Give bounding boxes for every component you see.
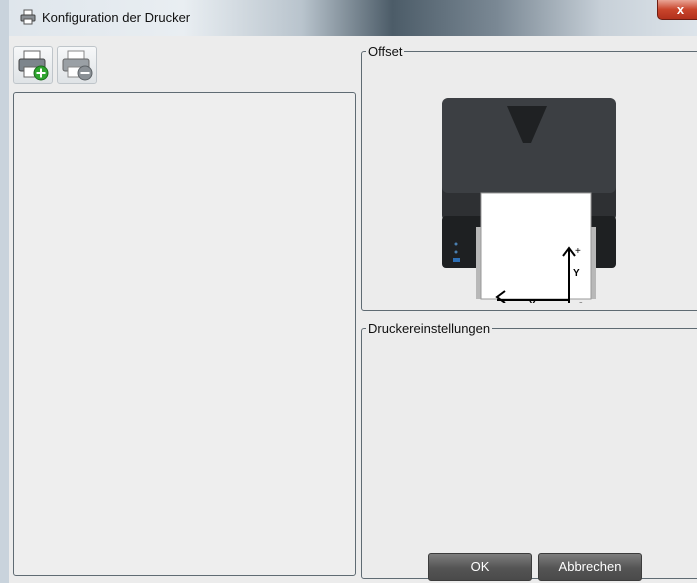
y-plus-label: + xyxy=(575,246,581,257)
remove-printer-button[interactable] xyxy=(57,46,97,84)
ok-button[interactable]: OK xyxy=(428,553,532,581)
add-printer-button[interactable] xyxy=(13,46,53,84)
printer-settings-label: Druckereinstellungen xyxy=(368,321,491,336)
x-plus-label: + xyxy=(487,302,493,303)
window-title: Konfiguration der Drucker xyxy=(42,10,191,25)
printer-icon xyxy=(20,9,36,25)
cancel-button[interactable]: Abbrechen xyxy=(538,553,642,581)
close-button[interactable]: x xyxy=(657,0,697,20)
dialog-content: Offset + Y + X - Druckereinstellungen xyxy=(9,36,697,583)
printer-settings-group: Druckereinstellungen xyxy=(361,321,697,579)
origin-minus-label: - xyxy=(579,297,583,303)
x-axis-label: X xyxy=(529,300,536,303)
title-bar[interactable]: Konfiguration der Drucker xyxy=(9,0,697,36)
printer-list[interactable] xyxy=(13,92,356,576)
printer-offset-illustration: + Y + X - xyxy=(442,98,616,303)
y-axis-label: Y xyxy=(573,268,580,279)
printer-remove-icon xyxy=(62,50,93,81)
printer-add-icon xyxy=(18,50,49,81)
offset-group-label: Offset xyxy=(368,44,403,59)
